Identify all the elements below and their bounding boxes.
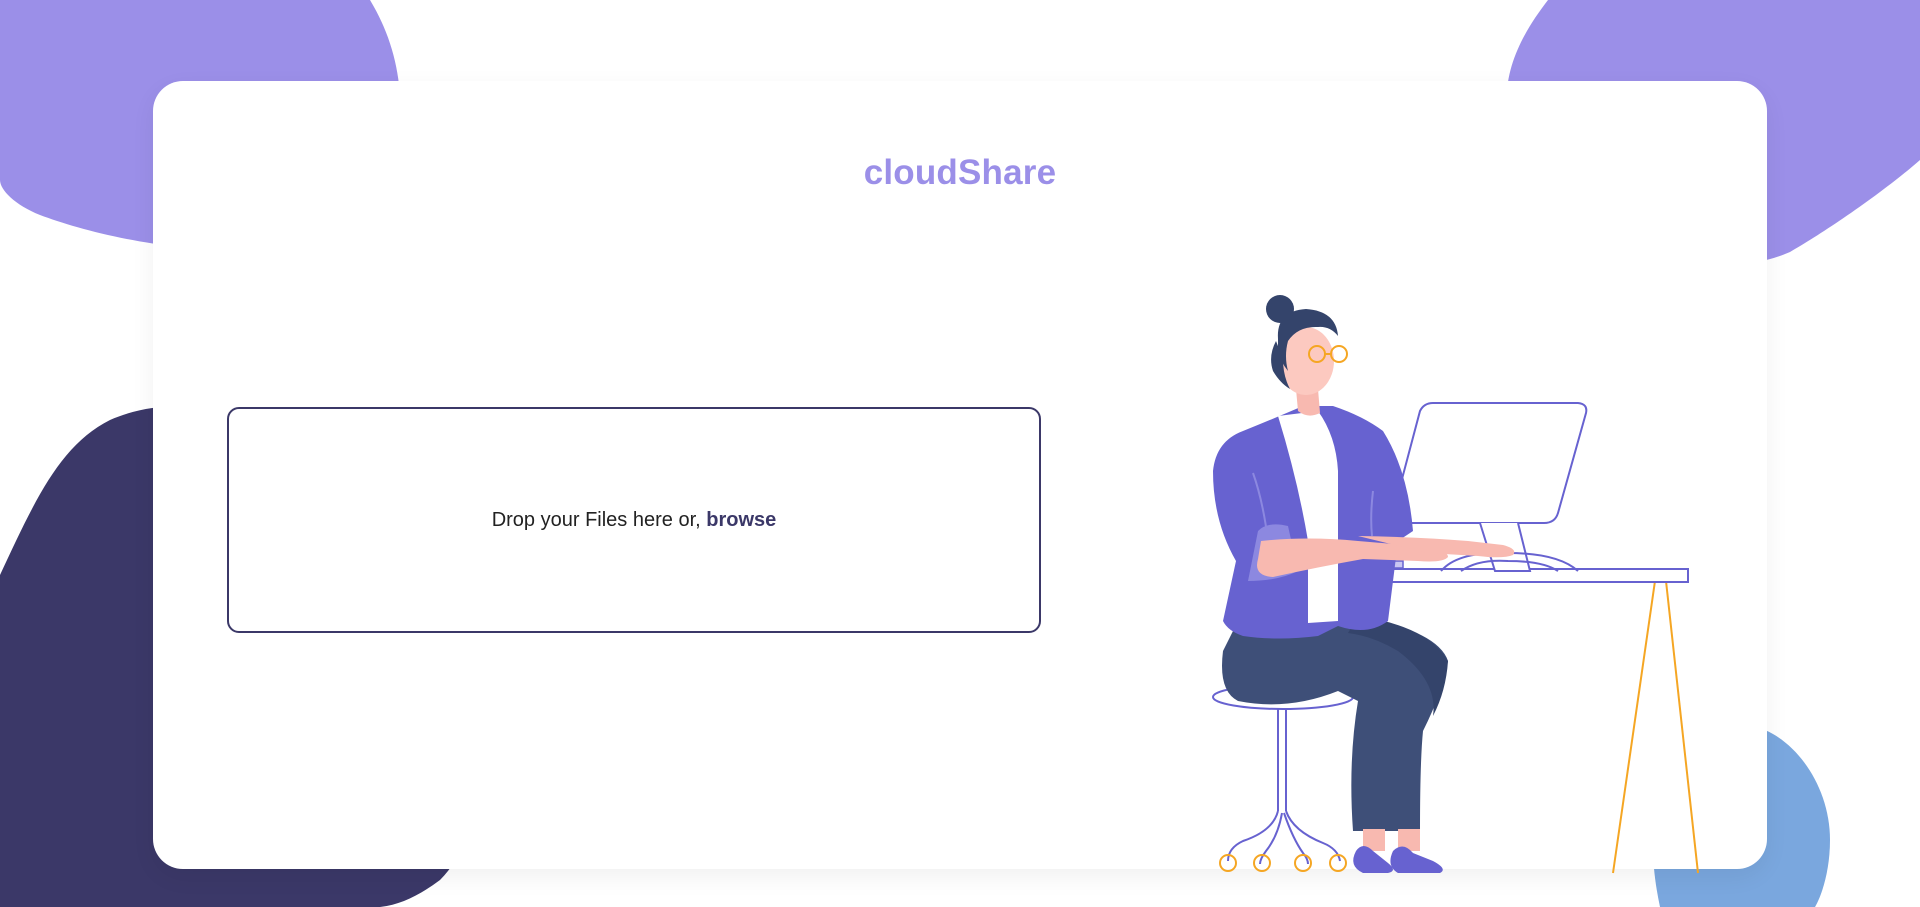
brand-title: cloudShare bbox=[863, 153, 1057, 192]
drop-zone-prompt: Drop your Files here or, bbox=[491, 508, 701, 531]
browse-link[interactable]: browse bbox=[706, 509, 776, 531]
upload-card: cloudShare Drop your Files here or, brow… bbox=[153, 81, 1767, 874]
file-drop-zone[interactable]: Drop your Files here or, browse bbox=[227, 407, 1041, 633]
drop-zone-text: Drop your Files here or, browse bbox=[492, 509, 777, 532]
page-background: cloudShare Drop your Files here or, brow… bbox=[0, 0, 1920, 907]
person-at-computer-illustration bbox=[1212, 295, 1699, 874]
